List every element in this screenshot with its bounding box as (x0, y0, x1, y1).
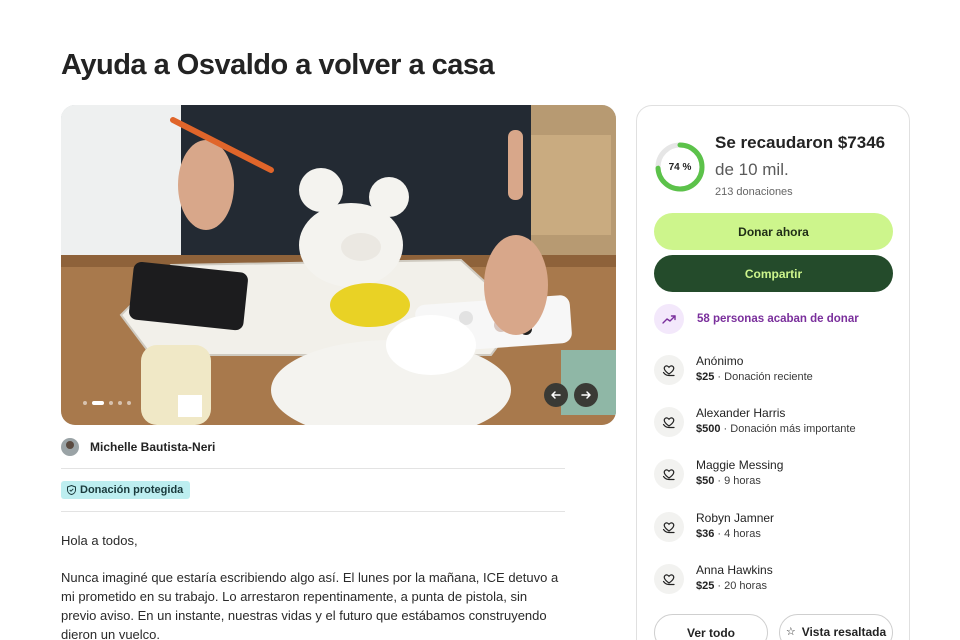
arrow-right-icon (581, 391, 591, 399)
heart-hand-icon (654, 512, 684, 542)
carousel-dot[interactable] (127, 401, 131, 405)
donor-name: Maggie Messing (696, 458, 784, 472)
donor-name: Anónimo (696, 354, 744, 368)
story-paragraph: Nunca imaginé que estaría escribiendo al… (61, 570, 559, 640)
donor-item: Anna Hawkins $25 · 20 horas (654, 562, 773, 594)
carousel-dot[interactable] (83, 401, 87, 405)
donor-detail: · Donación más importante (720, 423, 856, 435)
campaign-photo-carousel[interactable] (61, 105, 616, 425)
donor-amount: $500 (696, 423, 721, 435)
badge-label: Donación protegida (80, 484, 184, 496)
share-button[interactable]: Compartir (654, 255, 893, 292)
carousel-prev-button[interactable] (544, 383, 568, 407)
donor-meta: $25 · 20 horas (696, 578, 773, 594)
donor-item: Anónimo $25 · Donación reciente (654, 353, 813, 385)
recent-donors-text: 58 personas acaban de donar (697, 313, 859, 325)
divider (61, 511, 565, 512)
star-icon: ☆ (785, 626, 796, 638)
carousel-indicator[interactable] (83, 401, 131, 405)
donor-meta: $500 · Donación más importante (696, 421, 856, 437)
protected-donation-badge[interactable]: Donación protegida (61, 481, 191, 499)
shield-icon (67, 485, 76, 495)
featured-view-button[interactable]: ☆ Vista resaltada (779, 614, 893, 640)
donor-item: Robyn Jamner $36 · 4 horas (654, 510, 774, 542)
featured-view-label: Vista resaltada (801, 625, 887, 639)
donor-meta: $36 · 4 horas (696, 526, 774, 542)
carousel-dot[interactable] (118, 401, 122, 405)
see-all-button[interactable]: Ver todo (654, 614, 768, 640)
heart-hand-icon (654, 564, 684, 594)
progress-percent: 74 % (668, 161, 692, 173)
donor-name: Anna Hawkins (696, 563, 773, 577)
donor-detail: · Donación reciente (714, 371, 813, 383)
donor-amount: $50 (696, 475, 715, 487)
campaign-photo (61, 105, 616, 425)
story-paragraph: Hola a todos, (61, 533, 138, 548)
carousel-next-button[interactable] (574, 383, 598, 407)
donor-item: Maggie Messing $50 · 9 horas (654, 457, 783, 489)
amount-raised: Se recaudaron $7346 (715, 133, 886, 152)
donor-name: Robyn Jamner (696, 511, 775, 525)
donations-count: 213 donaciones (715, 186, 793, 198)
trending-up-icon (654, 304, 684, 334)
divider (61, 468, 565, 469)
goal-amount: de 10 mil. (715, 160, 789, 179)
donor-detail: · 9 horas (714, 475, 761, 487)
donor-amount: $36 (696, 528, 715, 540)
donor-meta: $25 · Donación reciente (696, 369, 813, 385)
donate-button[interactable]: Donar ahora (654, 213, 893, 250)
donor-meta: $50 · 9 horas (696, 473, 783, 489)
donor-name: Alexander Harris (696, 406, 786, 420)
carousel-dot[interactable] (109, 401, 113, 405)
donor-amount: $25 (696, 580, 715, 592)
heart-hand-icon (654, 355, 684, 385)
story-text: Hola a todos, Nunca imaginé que estaría … (61, 531, 561, 640)
donor-amount: $25 (696, 371, 715, 383)
heart-hand-icon (654, 459, 684, 489)
organizer[interactable]: Michelle Bautista-Neri (61, 438, 215, 456)
donor-detail: · 20 horas (714, 580, 767, 592)
carousel-dot-active[interactable] (92, 401, 104, 405)
organizer-name[interactable]: Michelle Bautista-Neri (90, 440, 215, 454)
donor-detail: · 4 horas (714, 528, 761, 540)
arrow-left-icon (551, 391, 561, 399)
page-title: Ayuda a Osvaldo a volver a casa (61, 49, 495, 81)
avatar[interactable] (61, 438, 79, 456)
donation-sidebar: 74 % Se recaudaron $7346 de 10 mil. 213 … (636, 105, 910, 640)
heart-hand-icon (654, 407, 684, 437)
donor-item: Alexander Harris $500 · Donación más imp… (654, 405, 856, 437)
recent-donors-notice: 58 personas acaban de donar (654, 304, 859, 334)
